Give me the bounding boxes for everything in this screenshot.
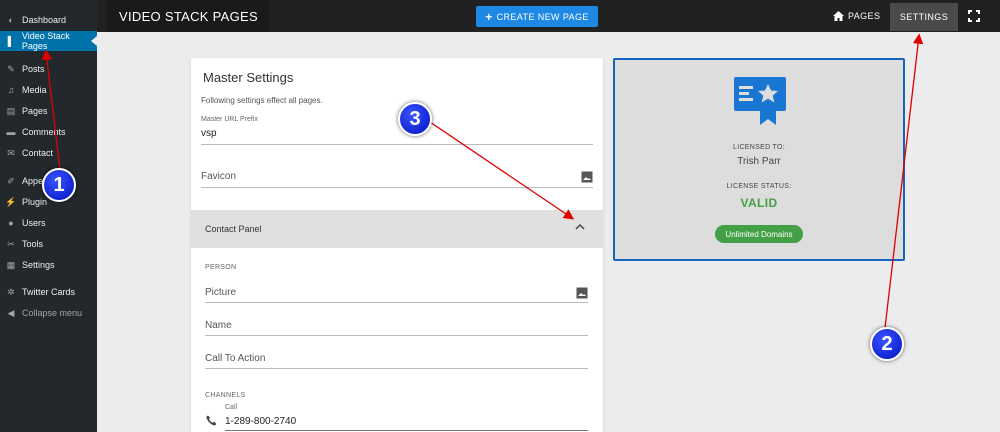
license-card: LICENSED TO: Trish Parr LICENSE STATUS: … <box>613 58 905 261</box>
settings-icon: ▦ <box>6 259 16 270</box>
field-placeholder: Name <box>205 320 232 331</box>
master-settings-card: Master Settings Following settings effec… <box>191 58 603 432</box>
master-url-prefix-field[interactable]: Master URL Prefix vsp <box>201 116 593 145</box>
card-subtitle: Following settings effect all pages. <box>201 96 323 105</box>
sidebar-item-twitter-cards[interactable]: ✲ Twitter Cards <box>0 282 97 302</box>
field-placeholder: Favicon <box>201 171 237 182</box>
sidebar-item-comments[interactable]: ▬ Comments <box>0 122 97 142</box>
field-label: Master URL Prefix <box>201 116 258 123</box>
app-title: VIDEO STACK PAGES <box>107 0 270 32</box>
licensed-to-label: LICENSED TO: <box>733 144 785 151</box>
picture-field[interactable]: Picture <box>205 284 588 303</box>
collapse-icon: ◀ <box>7 307 15 318</box>
sidebar-item-media[interactable]: ♫ Media <box>0 80 97 100</box>
annotation-marker-3: 3 <box>398 102 432 136</box>
plus-icon: + <box>485 9 493 24</box>
field-value: vsp <box>201 128 217 139</box>
card-title: Master Settings <box>203 70 294 85</box>
license-status-label: LICENSE STATUS: <box>726 183 792 190</box>
mail-icon: ✉ <box>7 147 15 158</box>
licensed-to-value: Trish Parr <box>737 156 781 167</box>
person-section-label: PERSON <box>205 264 237 271</box>
wrench-icon: ✂ <box>7 238 15 249</box>
annotation-marker-2: 2 <box>870 327 904 361</box>
brush-icon: ✐ <box>7 175 15 186</box>
phone-icon <box>206 415 217 426</box>
pages-button[interactable]: PAGES <box>833 0 885 32</box>
chevron-up-icon[interactable] <box>575 223 585 230</box>
image-icon[interactable] <box>581 171 593 183</box>
pin-icon: ▌ <box>7 36 15 46</box>
sidebar-item-settings[interactable]: ▦ Settings <box>0 255 97 275</box>
gear-icon: ✲ <box>7 286 15 297</box>
sidebar-item-users[interactable]: ● Users <box>0 213 97 233</box>
certificate-icon <box>734 77 786 125</box>
panel-title: Contact Panel <box>205 224 262 234</box>
pin-icon: ✎ <box>7 63 15 74</box>
home-icon <box>833 11 844 21</box>
annotation-marker-1: 1 <box>42 168 76 202</box>
image-icon[interactable] <box>576 287 588 299</box>
fullscreen-icon[interactable] <box>967 9 981 23</box>
plugin-icon: ⚡ <box>5 196 17 207</box>
sidebar-item-posts[interactable]: ✎ Posts <box>0 59 97 79</box>
dashboard-icon: ◐ <box>8 15 14 25</box>
sidebar-item-pages[interactable]: ▤ Pages <box>0 101 97 121</box>
name-field[interactable]: Name <box>205 317 588 336</box>
field-value: 1-289-800-2740 <box>225 416 297 427</box>
wp-admin-sidebar: ◐ Dashboard ▌ Video Stack Pages ✎ Posts ♫ Me… <box>0 0 97 432</box>
license-status-value: VALID <box>740 196 778 210</box>
unlimited-domains-badge: Unlimited Domains <box>715 225 803 243</box>
pages-icon: ▤ <box>6 105 16 116</box>
app-toolbar: VIDEO STACK PAGES + CREATE NEW PAGE PAGES… <box>97 0 1000 32</box>
sidebar-item-video-stack-pages[interactable]: ▌ Video Stack Pages <box>0 31 97 51</box>
sidebar-item-contact[interactable]: ✉ Contact <box>0 143 97 163</box>
sidebar-item-tools[interactable]: ✂ Tools <box>0 234 97 254</box>
sidebar-item-dashboard[interactable]: ◐ Dashboard <box>0 10 97 30</box>
call-to-action-field[interactable]: Call To Action <box>205 350 588 369</box>
user-icon: ● <box>8 218 14 228</box>
channels-section-label: CHANNELS <box>205 392 246 399</box>
create-new-page-button[interactable]: + CREATE NEW PAGE <box>476 6 598 27</box>
contact-panel-header[interactable]: Contact Panel <box>191 210 603 248</box>
field-placeholder: Call To Action <box>205 353 266 364</box>
favicon-field[interactable]: Favicon <box>201 168 593 188</box>
field-label: Call <box>225 404 238 411</box>
comment-icon: ▬ <box>6 127 16 137</box>
media-icon: ♫ <box>7 85 15 95</box>
settings-button[interactable]: SETTINGS <box>890 3 958 31</box>
sidebar-collapse-menu[interactable]: ◀ Collapse menu <box>0 303 97 323</box>
call-field[interactable]: Call 1-289-800-2740 <box>225 404 588 431</box>
field-placeholder: Picture <box>205 287 237 298</box>
